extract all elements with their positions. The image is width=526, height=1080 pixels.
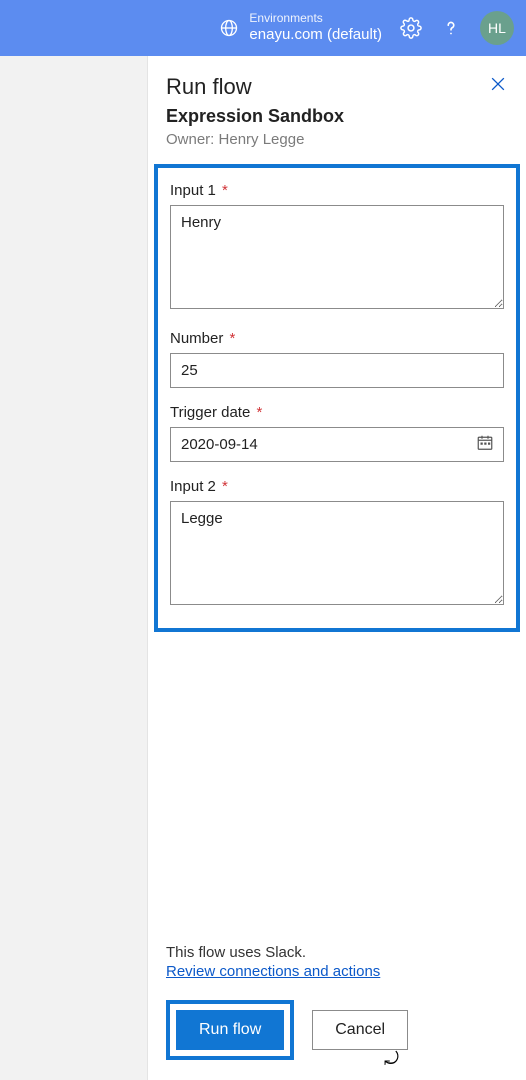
environment-label: Environments [249,12,382,26]
field-number: Number * [170,330,504,388]
required-marker: * [230,330,236,347]
input1-field[interactable] [170,205,504,309]
review-connections-link[interactable]: Review connections and actions [166,963,380,980]
top-bar: Environments enayu.com (default) HL [0,0,526,56]
required-marker: * [257,404,263,421]
required-marker: * [222,182,228,199]
trigger-date-label: Trigger date [170,404,250,421]
number-label: Number [170,330,223,347]
input2-field[interactable] [170,501,504,605]
main-area: Run flow Expression Sandbox Owner: Henry… [0,56,526,1080]
gear-icon[interactable] [400,17,422,39]
field-input2: Input 2 * [170,478,504,610]
panel-title: Run flow [166,74,508,100]
panel-footer: This flow uses Slack. Review connections… [148,930,526,1080]
input1-label: Input 1 [170,182,216,199]
field-input1: Input 1 * [170,182,504,314]
field-trigger-date: Trigger date * [170,404,504,462]
environment-name: enayu.com (default) [249,26,382,43]
environment-icon [219,18,239,38]
panel-owner: Owner: Henry Legge [166,131,508,148]
run-flow-panel: Run flow Expression Sandbox Owner: Henry… [148,56,526,1080]
number-field[interactable] [170,353,504,388]
background-gutter [0,56,148,1080]
run-flow-button[interactable]: Run flow [176,1010,284,1050]
avatar-initials: HL [488,20,506,36]
calendar-icon[interactable] [476,433,494,456]
help-icon[interactable] [440,17,462,39]
environment-switcher[interactable]: Environments enayu.com (default) [219,12,382,43]
close-icon[interactable] [488,74,508,99]
connections-text: This flow uses Slack. [166,944,508,961]
input-form: Input 1 * Number * Trigger date * [154,164,520,632]
run-button-highlight: Run flow [166,1000,294,1060]
required-marker: * [222,478,228,495]
avatar[interactable]: HL [480,11,514,45]
input2-label: Input 2 [170,478,216,495]
panel-subtitle: Expression Sandbox [166,106,508,127]
trigger-date-field[interactable] [170,427,504,462]
cancel-button[interactable]: Cancel [312,1010,408,1050]
